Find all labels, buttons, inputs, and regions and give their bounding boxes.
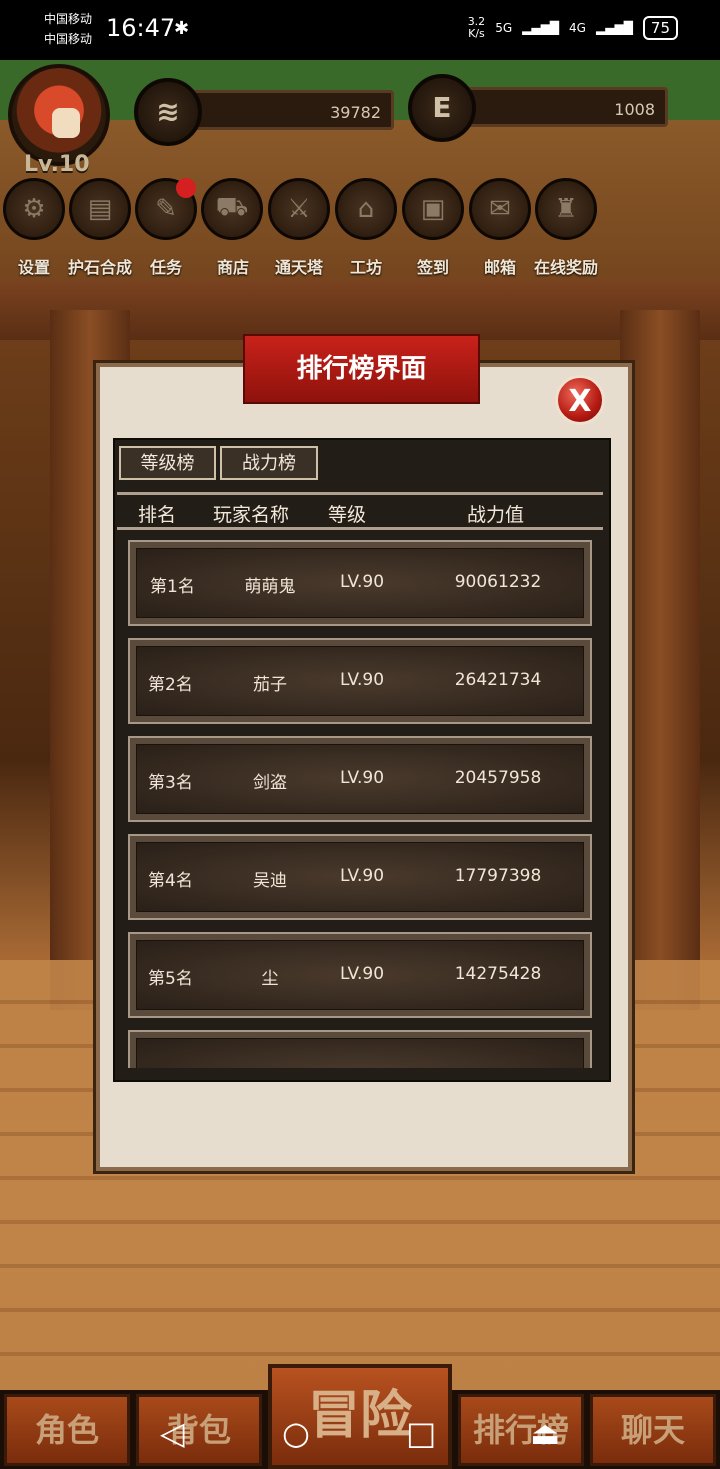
nav-bag-button[interactable]: 背包 [136,1394,262,1466]
bluetooth-icon: ✱ [174,18,190,39]
stage-pillar-right [620,310,700,1010]
carrier-2: 中国移动 [44,32,93,46]
system-home-icon[interactable]: ○ [282,1414,310,1452]
close-button[interactable]: X [555,375,605,425]
tower-button[interactable]: ⚔ [268,178,330,240]
coins-icon: ≋ [134,78,202,146]
table-row[interactable]: 第3名 剑盗 LV.90 20457958 [128,736,592,822]
nav-role-button[interactable]: 角色 [4,1394,130,1466]
table-row[interactable]: 第2名 茄子 LV.90 26421734 [128,638,592,724]
row-power: 17797398 [454,866,542,886]
row-rank: 第2名 [148,675,193,695]
net-speed-unit: K/s [468,27,485,40]
checkin-button[interactable]: ▣ [402,178,464,240]
dialog-title: 排行榜界面 [243,334,480,404]
scroll-icon: ✎ [155,194,177,224]
energy-icon: E [408,74,476,142]
table-row[interactable]: 第5名 尘 LV.90 14275428 [128,932,592,1018]
settings-button[interactable]: ⚙ [3,178,65,240]
energy-display: 1008 [456,87,668,127]
column-power: 战力值 [467,504,525,526]
avatar-face [52,108,80,138]
signal-4g: 4G [569,21,586,35]
system-back-icon[interactable]: ◁ [160,1414,185,1452]
system-status-bar: 中国移动 中国移动 16:47 ✱ 3.2 K/s 5G ▂▄▆█ 4G ▂▄▆… [0,0,720,60]
row-power: 20457958 [454,768,542,788]
row-level: LV.90 [339,768,385,788]
row-power: 14275428 [454,964,542,984]
row-player-name: 茄子 [253,675,287,695]
cart-icon: ⛟ [215,192,249,222]
row-power: 90061232 [454,572,542,592]
row-player-name: 尘 [261,969,279,989]
row-background [136,1038,584,1068]
mail-icon: ✉ [489,194,511,224]
row-rank: 第5名 [148,969,193,989]
carrier-1: 中国移动 [44,12,93,26]
row-level: LV.90 [339,670,385,690]
player-avatar[interactable] [8,64,110,166]
sword-icon: ⚔ [287,194,311,224]
row-level: LV.90 [339,572,385,592]
row-rank: 第1名 [150,577,195,597]
gear-icon: ⚙ [22,194,46,224]
column-level: 等级 [328,504,367,526]
row-player-name: 剑盗 [253,773,287,793]
row-player-name: 萌萌鬼 [244,577,296,597]
header-divider-top [117,492,603,495]
chest-icon: ▣ [420,194,446,224]
notification-dot [176,178,196,198]
shop-button[interactable]: ⛟ [201,178,263,240]
signal-bars-icon: ▂▄▆█ [522,21,560,35]
row-player-name: 吴迪 [253,871,287,891]
column-player-name: 玩家名称 [213,504,290,526]
house-icon: ⌂ [357,194,375,224]
nav-rank-button[interactable]: 排行榜 [458,1394,584,1466]
table-row[interactable]: 第4名 吴迪 LV.90 17797398 [128,834,592,920]
menu-label-online-reward: 在线奖励 [533,258,598,277]
online-reward-button[interactable]: ♜ [535,178,597,240]
table-row-partial[interactable] [128,1030,592,1068]
row-power: 26421734 [454,670,542,690]
row-level: LV.90 [339,866,385,886]
stone-synthesis-button[interactable]: ▤ [69,178,131,240]
nav-chat-button[interactable]: 聊天 [590,1394,716,1466]
table-row[interactable]: 第1名 萌萌鬼 LV.90 90061232 [128,540,592,626]
player-level: Lv.10 [24,152,90,177]
row-rank: 第4名 [148,871,193,891]
column-rank: 排名 [138,504,177,526]
system-recents-icon[interactable]: □ [406,1414,436,1452]
header-divider-bottom [117,527,603,530]
coins-display: 39782 [182,90,394,130]
mail-button[interactable]: ✉ [469,178,531,240]
signal-bars-icon: ▂▄▆█ [595,21,633,35]
table-row-partial-clip [128,1030,592,1068]
row-level: LV.90 [339,964,385,984]
book-icon: ▤ [87,194,113,224]
clock: 16:47 [106,14,176,42]
tab-level-ranking[interactable]: 等级榜 [119,446,216,480]
net-speed: 3.2 K/s [468,16,486,40]
system-indicators: 3.2 K/s 5G ▂▄▆█ 4G ▂▄▆█ 75 [468,16,678,40]
system-keyboard-icon[interactable]: ⏏ [530,1414,560,1452]
workshop-button[interactable]: ⌂ [335,178,397,240]
bag-icon: ♜ [554,194,578,224]
signal-5g: 5G [495,21,513,35]
tab-power-ranking[interactable]: 战力榜 [220,446,318,480]
row-rank: 第3名 [148,773,193,793]
battery-indicator: 75 [642,16,678,40]
